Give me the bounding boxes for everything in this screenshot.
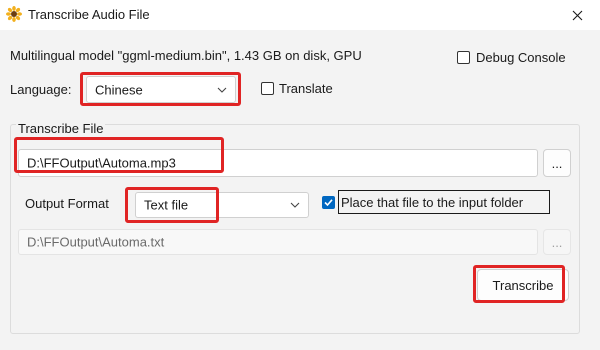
output-file-field: D:\FFOutput\Automa.txt xyxy=(18,229,538,255)
language-dropdown[interactable]: Chinese xyxy=(86,76,236,103)
debug-console-checkbox[interactable] xyxy=(457,51,470,64)
debug-console-label[interactable]: Debug Console xyxy=(476,50,566,65)
input-file-path: D:\FFOutput\Automa.mp3 xyxy=(27,155,176,171)
output-format-dropdown[interactable]: Text file xyxy=(135,192,309,218)
transcribe-window: Transcribe Audio File Multilingual model… xyxy=(0,0,600,350)
output-format-selected-value: Text file xyxy=(144,197,189,213)
output-browse-button: ... xyxy=(543,229,571,255)
sunflower-icon xyxy=(6,6,22,22)
translate-label[interactable]: Translate xyxy=(279,81,333,96)
input-browse-label: ... xyxy=(551,155,563,171)
model-info-text: Multilingual model "ggml-medium.bin", 1.… xyxy=(10,48,362,63)
translate-checkbox[interactable] xyxy=(261,82,274,95)
transcribe-button-label: Transcribe xyxy=(492,277,554,293)
window-title: Transcribe Audio File xyxy=(28,7,150,22)
close-button[interactable] xyxy=(554,0,600,30)
place-in-input-folder-label[interactable]: Place that file to the input folder xyxy=(341,195,523,210)
language-selected-value: Chinese xyxy=(95,82,143,97)
chevron-down-icon xyxy=(217,87,227,93)
output-format-label: Output Format xyxy=(25,196,109,211)
transcribe-button[interactable]: Transcribe xyxy=(477,269,569,301)
output-file-path: D:\FFOutput\Automa.txt xyxy=(27,234,165,250)
close-icon xyxy=(572,10,582,20)
input-file-field[interactable]: D:\FFOutput\Automa.mp3 xyxy=(18,149,538,177)
title-bar: Transcribe Audio File xyxy=(0,0,600,30)
place-in-input-folder-checkbox[interactable] xyxy=(322,196,335,209)
transcribe-file-group-title: Transcribe File xyxy=(16,121,106,136)
input-browse-button[interactable]: ... xyxy=(543,149,571,177)
checkmark-icon xyxy=(324,199,333,207)
output-browse-label: ... xyxy=(551,234,563,250)
language-label: Language: xyxy=(10,82,72,97)
chevron-down-icon xyxy=(290,202,300,208)
